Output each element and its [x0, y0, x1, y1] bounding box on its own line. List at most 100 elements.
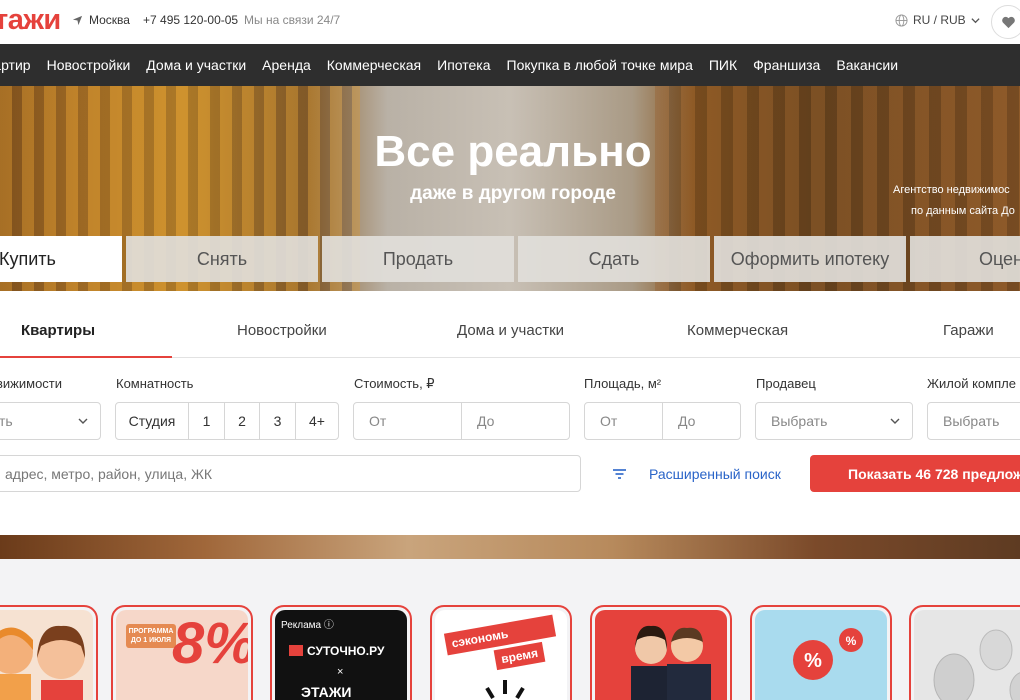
globe-icon [895, 13, 908, 27]
show-offers-button[interactable]: Показать 46 728 предложе [810, 455, 1020, 492]
story-card[interactable]: % % [750, 605, 892, 700]
price-from-input[interactable]: От [354, 403, 462, 439]
chevron-down-icon [78, 418, 88, 424]
phone-link[interactable]: +7 495 120-00-05 [143, 13, 238, 27]
rooms-selector: Студия 1 2 3 4+ [115, 402, 339, 440]
rooms-2[interactable]: 2 [225, 403, 260, 439]
tab-apartments[interactable]: Квартиры [21, 322, 95, 339]
ad-label: Реклама ⓘ [281, 620, 334, 631]
tab-appraise[interactable]: Оцени [910, 236, 1020, 282]
nav-item-vacancies[interactable]: Вакансии [836, 57, 898, 73]
filter-icon [613, 469, 626, 479]
agency-note-line1: Агентство недвижимос [893, 184, 1010, 196]
sutochno-brand-text: СУТОЧНО.РУ [307, 644, 385, 658]
property-tabs: Квартиры Новостройки Дома и участки Комм… [0, 291, 1020, 358]
chevron-down-icon [971, 17, 980, 23]
complex-label: Жилой компле [927, 376, 1016, 391]
seller-value: Выбрать [771, 413, 828, 429]
language-currency-selector[interactable]: RU / RUB [895, 13, 980, 27]
clock-rays-icon [485, 680, 525, 700]
rooms-studio[interactable]: Студия [116, 403, 189, 439]
rooms-3[interactable]: 3 [260, 403, 296, 439]
price-to-input[interactable]: До [462, 403, 569, 439]
cartoon-people-illustration [0, 625, 85, 700]
address-placeholder: адрес, метро, район, улица, ЖК [5, 465, 213, 482]
nav-item-franchise[interactable]: Франшиза [753, 57, 820, 73]
advanced-search-label: Расширенный поиск [649, 466, 781, 482]
hero-banner: Все реально даже в другом городе Агентст… [0, 86, 1020, 291]
address-search-input[interactable]: адрес, метро, район, улица, ЖК [0, 455, 581, 492]
tab-garages[interactable]: Гаражи [943, 322, 994, 339]
tab-commercial[interactable]: Коммерческая [687, 322, 788, 339]
hero-title: Все реально [374, 127, 652, 176]
agency-note-line2: по данным сайта До [911, 205, 1015, 217]
top-bar: тажи Москва +7 495 120-00-05 Мы на связи… [0, 0, 1020, 44]
seller-select[interactable]: Выбрать [755, 402, 913, 440]
property-type-select[interactable]: ть [0, 402, 101, 440]
area-label: Площадь, м² [584, 376, 662, 391]
property-type-label: вижимости [0, 376, 63, 391]
tab-mortgage[interactable]: Оформить ипотеку [714, 236, 906, 282]
heart-icon [1001, 16, 1015, 28]
nav-item-commercial[interactable]: Коммерческая [327, 57, 421, 73]
tab-new-buildings[interactable]: Новостройки [237, 322, 327, 339]
nav-item-pik[interactable]: ПИК [709, 57, 737, 73]
seller-label: Продавец [756, 376, 816, 391]
language-label: RU / RUB [913, 13, 966, 27]
story-image-people [0, 610, 93, 700]
nav-item-worldwide[interactable]: Покупка в любой точке мира [507, 57, 693, 73]
story-image-percent: % % [755, 610, 887, 700]
complex-select[interactable]: Выбрать [927, 402, 1020, 440]
sutochno-brand: СУТОЧНО.РУ [289, 644, 384, 658]
story-card[interactable] [590, 605, 732, 700]
nav-item-rent[interactable]: Аренда [262, 57, 311, 73]
nav-item-new-buildings[interactable]: Новостройки [47, 57, 131, 73]
city-label: Москва [89, 13, 130, 27]
rooms-1[interactable]: 1 [189, 403, 225, 439]
story-image-coins [914, 610, 1020, 700]
area-from-input[interactable]: От [585, 403, 663, 439]
location-arrow-icon [72, 15, 83, 25]
property-type-value: ть [0, 413, 13, 429]
area-to-input[interactable]: До [663, 403, 740, 439]
nav-item-apartments[interactable]: вартир [0, 57, 31, 73]
story-image-save-time: сэкономь время [435, 610, 567, 700]
story-card[interactable]: ПРОГРАММА ДО 1 ИЮЛЯ 8% [111, 605, 253, 700]
times-sign: × [337, 666, 344, 678]
etazhi-brand: ЭТАЖИ [301, 684, 352, 700]
price-label: Стоимость, ₽ [354, 376, 435, 391]
svg-text:%: % [804, 650, 822, 672]
tab-buy[interactable]: Купить [0, 236, 122, 282]
active-tab-underline [0, 356, 172, 358]
story-card[interactable] [909, 605, 1020, 700]
story-image-sutochno: Реклама ⓘ СУТОЧНО.РУ × ЭТАЖИ [275, 610, 407, 700]
main-nav: вартир Новостройки Дома и участки Аренда… [0, 44, 1020, 86]
rooms-4-plus[interactable]: 4+ [296, 403, 338, 439]
price-range: От До [353, 402, 570, 440]
advanced-search-link[interactable]: Расширенный поиск [612, 466, 781, 482]
sutochno-logo-icon [289, 645, 303, 656]
tab-rent[interactable]: Снять [126, 236, 318, 282]
story-image-agents [595, 610, 727, 700]
stories-row: ПРОГРАММА ДО 1 ИЮЛЯ 8% Реклама ⓘ СУТОЧНО… [0, 559, 1020, 700]
story-card[interactable]: Реклама ⓘ СУТОЧНО.РУ × ЭТАЖИ [270, 605, 412, 700]
area-range: От До [584, 402, 741, 440]
tab-houses[interactable]: Дома и участки [457, 322, 564, 339]
city-selector[interactable]: Москва [72, 13, 130, 27]
tab-sell[interactable]: Продать [322, 236, 514, 282]
promo-badge: ПРОГРАММА ДО 1 ИЮЛЯ [126, 624, 176, 648]
hero-bottom-strip [0, 535, 1020, 559]
support-text: Мы на связи 24/7 [244, 13, 341, 27]
logo[interactable]: тажи [0, 4, 61, 37]
svg-text:%: % [846, 634, 857, 648]
deal-tabs: Купить Снять Продать Сдать Оформить ипот… [0, 236, 1020, 282]
nav-item-mortgage[interactable]: Ипотека [437, 57, 490, 73]
story-card[interactable]: сэкономь время [430, 605, 572, 700]
story-card[interactable] [0, 605, 98, 700]
favorites-button[interactable] [991, 5, 1020, 39]
tab-lease-out[interactable]: Сдать [518, 236, 710, 282]
eight-percent-text: 8% [172, 611, 248, 676]
nav-item-houses[interactable]: Дома и участки [146, 57, 246, 73]
rooms-label: Комнатность [116, 376, 194, 391]
percent-badges-icon: % % [793, 628, 863, 680]
